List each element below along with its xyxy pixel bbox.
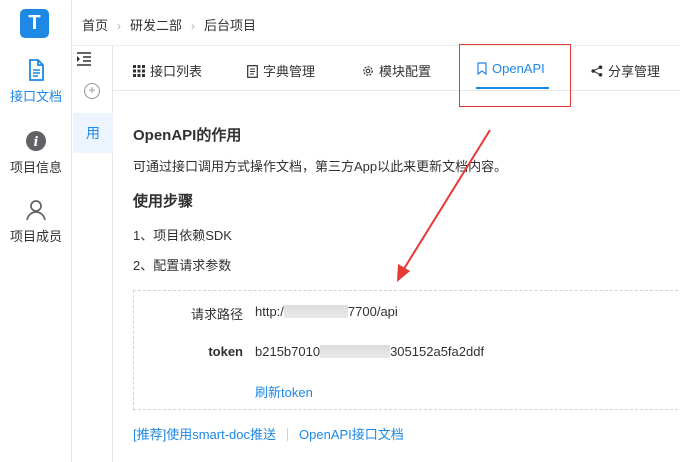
- request-path-prefix: http:/: [255, 304, 284, 319]
- breadcrumb-item: 后台项目: [204, 18, 257, 33]
- left-rail: T 接口文档 i 项目信息 项目成员: [0, 0, 72, 462]
- tab-interface-list[interactable]: 接口列表: [133, 61, 202, 80]
- breadcrumb-item[interactable]: 首页: [82, 15, 108, 34]
- step-item: 1、项目依赖SDK: [133, 228, 232, 243]
- redaction-mask: [283, 305, 348, 318]
- rail-item-project-info[interactable]: i 项目信息: [0, 129, 72, 176]
- gear-icon: [363, 66, 373, 76]
- rail-item-api-docs[interactable]: 接口文档: [0, 58, 72, 105]
- document-icon: [29, 59, 44, 81]
- person-icon: [26, 200, 46, 221]
- steps-title: 使用步骤: [133, 193, 194, 210]
- rail-item-project-members[interactable]: 项目成员: [0, 198, 72, 245]
- token-value: b215b7010 305152a5fa2ddf: [255, 344, 484, 359]
- secondary-sidebar: [72, 46, 113, 462]
- step-item: 2、配置请求参数: [133, 258, 232, 273]
- token-label: token: [208, 344, 243, 359]
- refresh-token-link[interactable]: 刷新token: [255, 382, 313, 401]
- rail-item-label: 项目成员: [9, 229, 62, 244]
- tab-dictionary[interactable]: 字典管理: [247, 61, 315, 80]
- breadcrumb: 首页 › 研发二部 › 后台项目: [82, 15, 256, 34]
- annotation-highlight-box: [459, 44, 571, 107]
- app-logo[interactable]: T: [20, 9, 49, 38]
- tab-share-management[interactable]: 分享管理: [591, 61, 660, 80]
- share-icon: [591, 65, 603, 77]
- info-icon: i: [26, 131, 46, 151]
- tab-label: 字典管理: [263, 64, 316, 79]
- request-path-suffix: 7700/api: [347, 304, 398, 319]
- tab-label: 接口列表: [150, 64, 203, 79]
- openapi-doc-link[interactable]: OpenAPI接口文档: [299, 427, 404, 442]
- add-circle-icon[interactable]: +: [84, 83, 100, 99]
- smart-doc-push-link[interactable]: [推荐]使用smart-doc推送: [133, 427, 276, 442]
- section-description: 可通过接口调用方式操作文档，第三方App以此来更新文档内容。: [133, 159, 508, 174]
- footer-links: [推荐]使用smart-doc推送 OpenAPI接口文档: [133, 424, 404, 443]
- tab-module-config[interactable]: 模块配置: [362, 61, 431, 80]
- tab-label: 分享管理: [608, 64, 661, 79]
- request-path-value: http:/ 7700/api: [255, 304, 398, 319]
- redaction-mask: [320, 345, 391, 358]
- secondary-sidebar-active-item[interactable]: 用: [73, 113, 113, 153]
- grid-icon: [133, 65, 145, 77]
- section-title: OpenAPI的作用: [133, 127, 242, 144]
- breadcrumb-item[interactable]: 研发二部: [130, 15, 182, 34]
- chevron-right-icon: ›: [191, 19, 196, 33]
- request-path-label: 请求路径: [190, 307, 243, 322]
- collapse-menu-icon[interactable]: [76, 52, 92, 66]
- token-prefix: b215b7010: [255, 344, 321, 359]
- doc-icon: [247, 65, 258, 78]
- svg-text:i: i: [34, 135, 39, 150]
- divider: [287, 428, 289, 441]
- token-suffix: 305152a5fa2ddf: [390, 344, 485, 359]
- rail-item-label: 接口文档: [9, 89, 62, 104]
- tab-label: 模块配置: [379, 64, 432, 79]
- chevron-right-icon: ›: [117, 19, 122, 33]
- rail-item-label: 项目信息: [9, 160, 62, 175]
